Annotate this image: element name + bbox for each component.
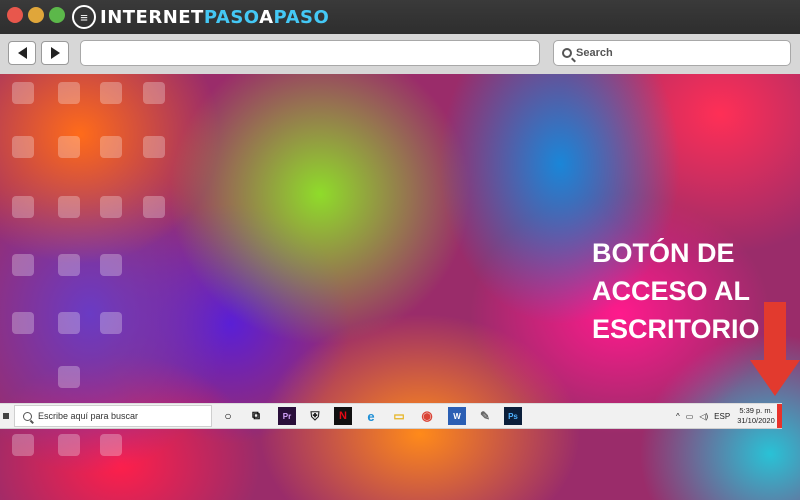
tray-icons: ^ ▭ ◁) ESP bbox=[676, 404, 730, 428]
taskbar-clock[interactable]: 5:39 p. m. 31/10/2020 bbox=[736, 406, 776, 426]
battery-icon[interactable]: ▭ bbox=[686, 412, 694, 421]
desktop-icon[interactable] bbox=[12, 196, 34, 218]
address-bar[interactable] bbox=[80, 40, 540, 66]
desktop-icon[interactable] bbox=[100, 434, 122, 456]
search-icon bbox=[23, 411, 32, 421]
maximize-window-button[interactable] bbox=[49, 7, 65, 23]
brand-logo-icon: ≡ bbox=[72, 5, 96, 29]
brand-name-part: PASO bbox=[203, 6, 260, 28]
browser-toolbar: Search bbox=[0, 34, 800, 75]
close-window-button[interactable] bbox=[7, 7, 23, 23]
desktop-icon[interactable] bbox=[100, 254, 122, 276]
desktop-icon[interactable] bbox=[58, 254, 80, 276]
volume-icon[interactable]: ◁) bbox=[699, 412, 708, 421]
desktop-icon[interactable] bbox=[100, 136, 122, 158]
desktop-icon[interactable] bbox=[12, 312, 34, 334]
file-explorer-icon[interactable]: ▭ bbox=[390, 407, 408, 425]
desktop-icon[interactable] bbox=[12, 82, 34, 104]
desktop-icon[interactable] bbox=[58, 136, 80, 158]
brand-name-part: A bbox=[259, 6, 274, 28]
task-view-icon[interactable]: ⧉ bbox=[247, 407, 265, 425]
netflix-icon[interactable]: N bbox=[334, 407, 352, 425]
windows-logo-icon bbox=[3, 413, 9, 419]
site-brand: ≡ INTERNETPASOAPASO bbox=[72, 4, 329, 30]
windows-taskbar: Escribe aquí para buscar ○ ⧉ Pr ⛨ N e ▭ … bbox=[0, 403, 782, 429]
desktop-icon[interactable] bbox=[12, 254, 34, 276]
desktop-icon[interactable] bbox=[100, 196, 122, 218]
paint-icon[interactable]: ✎ bbox=[476, 407, 494, 425]
search-placeholder: Search bbox=[576, 47, 613, 59]
word-icon[interactable]: W bbox=[448, 407, 466, 425]
cortana-icon[interactable]: ○ bbox=[219, 407, 237, 425]
desktop-icon[interactable] bbox=[100, 312, 122, 334]
down-arrow-icon bbox=[750, 302, 800, 397]
back-button[interactable] bbox=[8, 41, 36, 65]
search-icon bbox=[562, 48, 572, 58]
clock-time: 5:39 p. m. bbox=[739, 406, 773, 415]
brand-name-part: PASO bbox=[273, 6, 330, 28]
brand-name-part: INTERNET bbox=[100, 6, 204, 28]
edge-icon[interactable]: e bbox=[362, 407, 380, 425]
back-arrow-icon bbox=[17, 47, 27, 59]
desktop-icon[interactable] bbox=[143, 196, 165, 218]
desktop-icon[interactable] bbox=[12, 434, 34, 456]
language-indicator[interactable]: ESP bbox=[714, 412, 730, 421]
premiere-icon[interactable]: Pr bbox=[278, 407, 296, 425]
start-button[interactable] bbox=[0, 404, 12, 428]
desktop-icon[interactable] bbox=[100, 82, 122, 104]
taskbar-search-box[interactable]: Escribe aquí para buscar bbox=[14, 405, 212, 427]
desktop-icon[interactable] bbox=[58, 366, 80, 388]
clock-date: 31/10/2020 bbox=[737, 416, 775, 425]
desktop-wallpaper: BOTÓN DE ACCESO AL ESCRITORIO Escribe aq… bbox=[0, 74, 800, 500]
photoshop-icon[interactable]: Ps bbox=[504, 407, 522, 425]
desktop-icon[interactable] bbox=[58, 312, 80, 334]
annotation-line: BOTÓN DE bbox=[592, 238, 735, 268]
shield-icon[interactable]: ⛨ bbox=[306, 407, 324, 425]
desktop-icon[interactable] bbox=[58, 196, 80, 218]
browser-titlebar: ≡ INTERNETPASOAPASO bbox=[0, 0, 800, 34]
desktop-icon[interactable] bbox=[58, 434, 80, 456]
desktop-icon[interactable] bbox=[58, 82, 80, 104]
minimize-window-button[interactable] bbox=[28, 7, 44, 23]
forward-arrow-icon bbox=[50, 47, 60, 59]
taskbar-search-placeholder: Escribe aquí para buscar bbox=[38, 411, 139, 421]
chevron-up-icon[interactable]: ^ bbox=[676, 412, 680, 421]
chrome-icon[interactable]: ◉ bbox=[418, 407, 436, 425]
browser-search-field[interactable]: Search bbox=[553, 40, 791, 66]
desktop-icon[interactable] bbox=[143, 136, 165, 158]
desktop-icon[interactable] bbox=[143, 82, 165, 104]
forward-button[interactable] bbox=[41, 41, 69, 65]
show-desktop-button[interactable] bbox=[777, 404, 782, 428]
desktop-icon[interactable] bbox=[12, 136, 34, 158]
brand-name: INTERNETPASOAPASO bbox=[100, 7, 329, 28]
